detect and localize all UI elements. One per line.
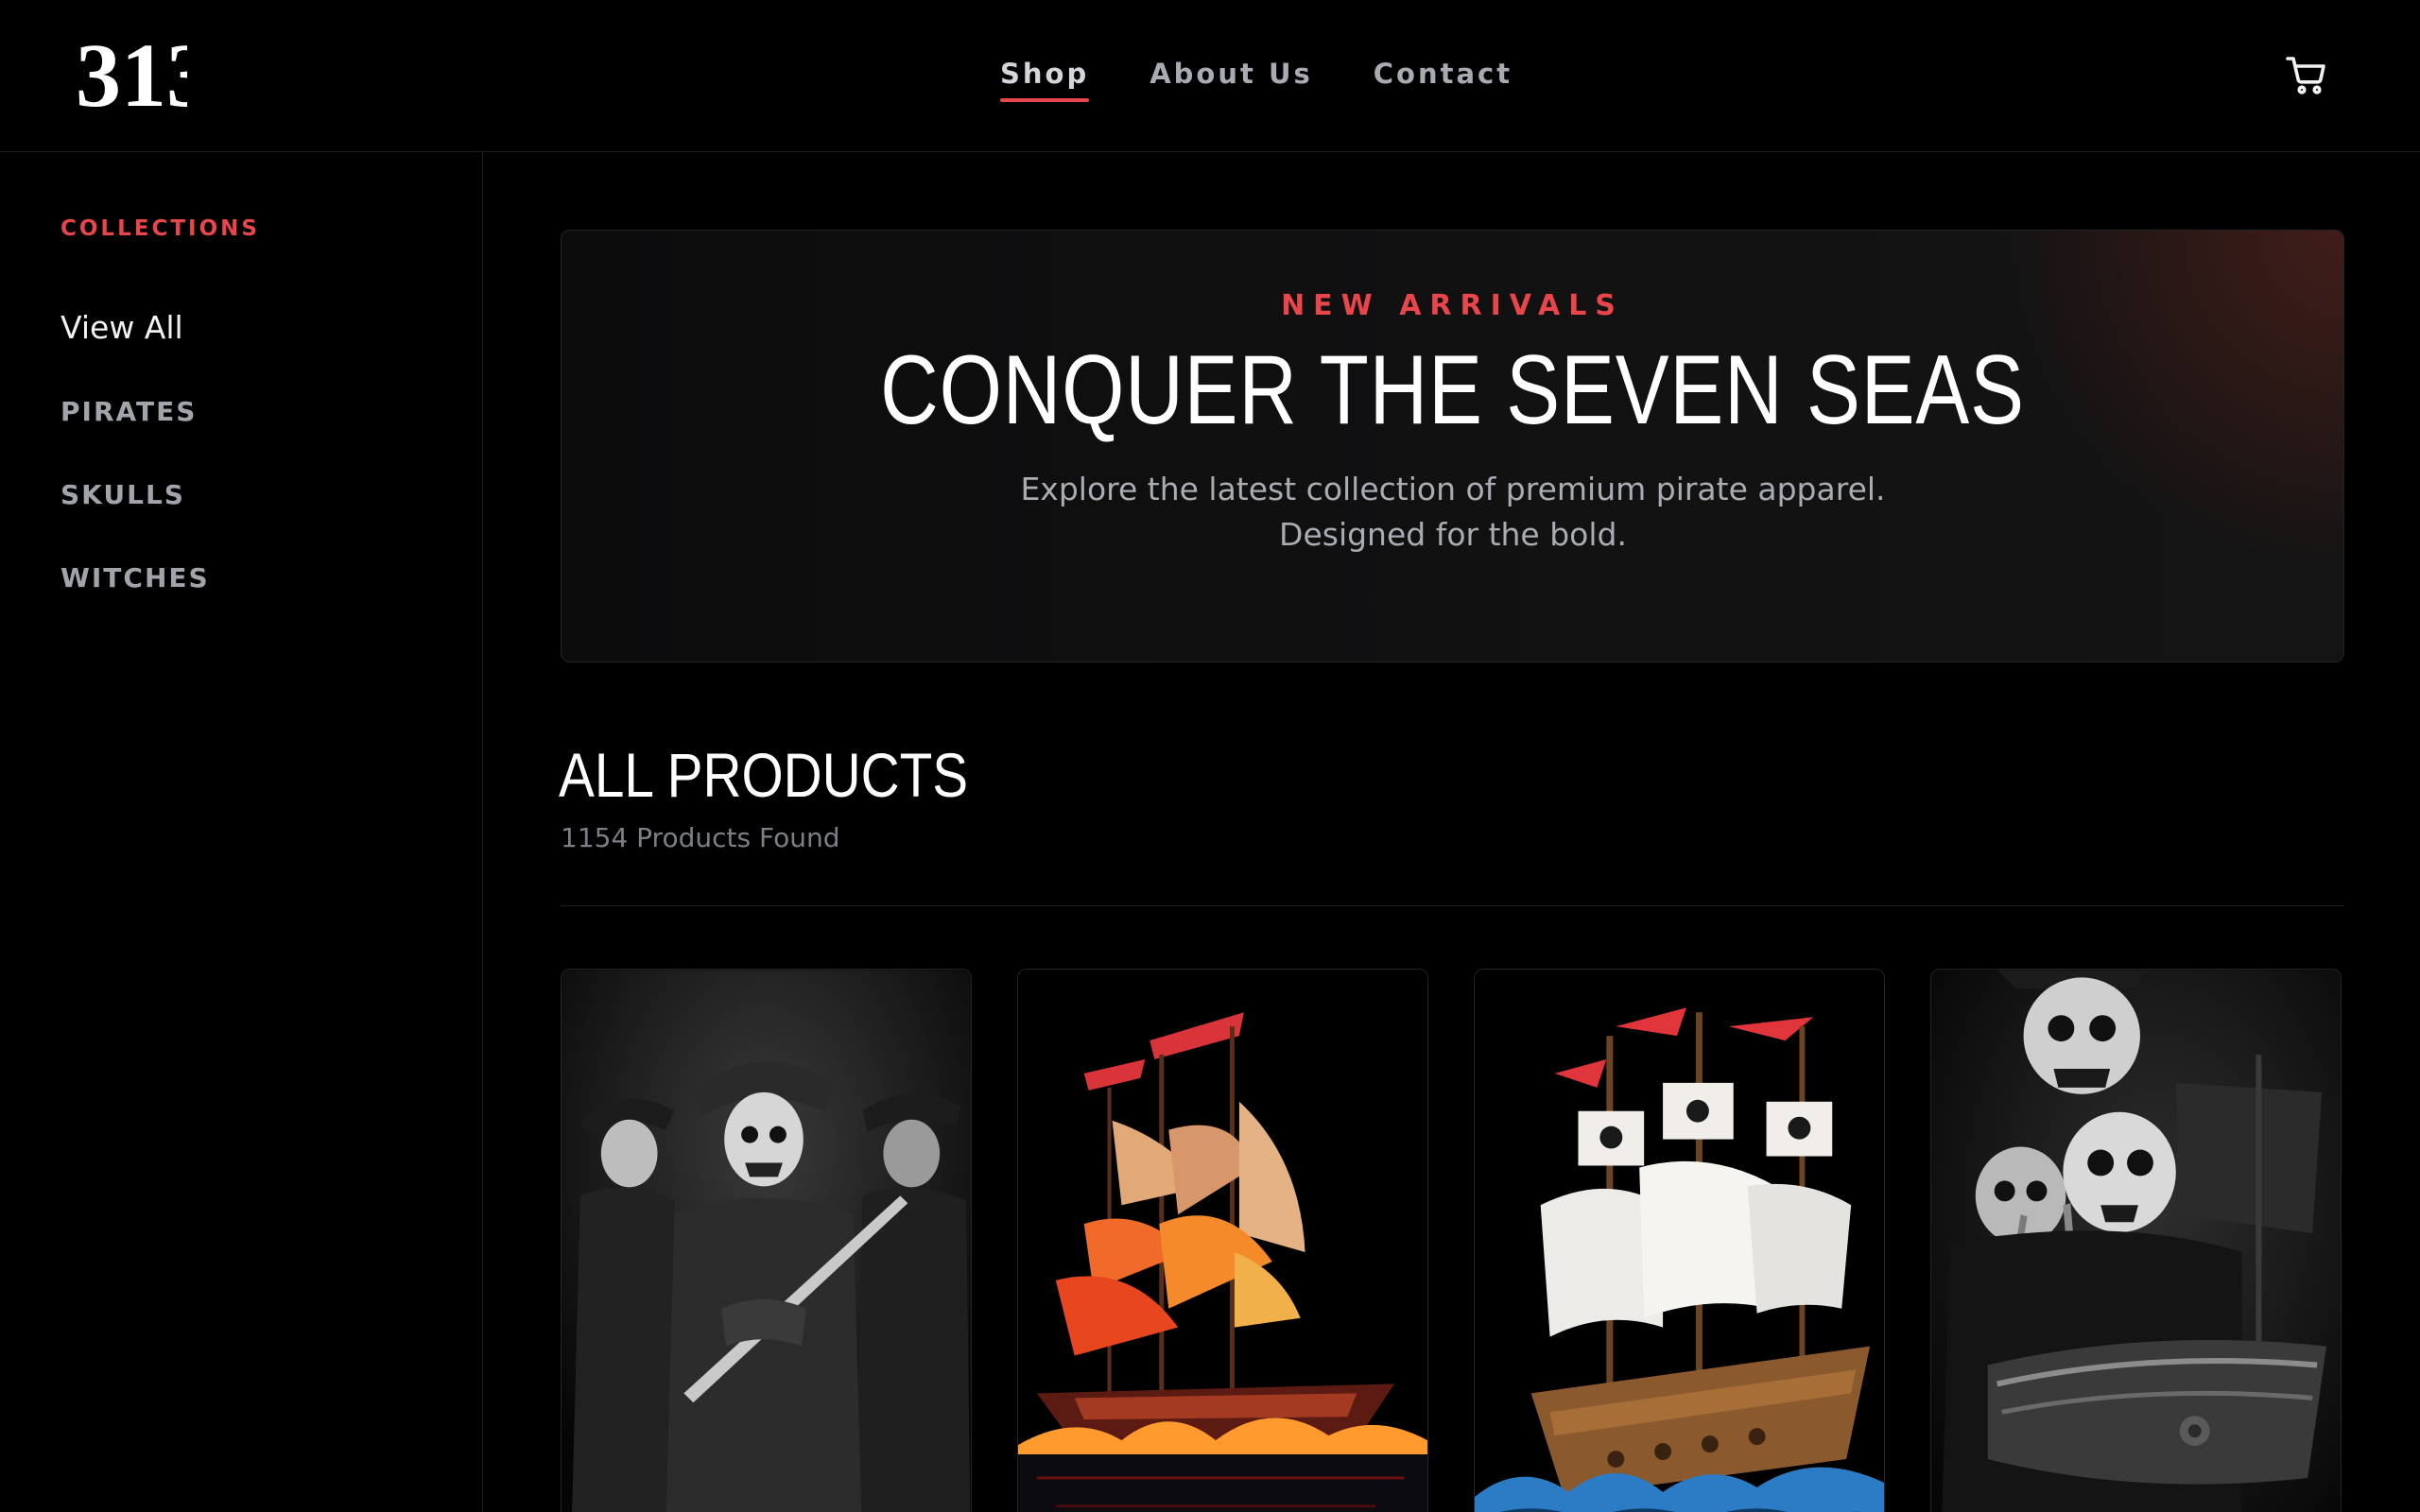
hero-eyebrow: NEW ARRIVALS — [1281, 289, 1624, 322]
svg-text:313: 313 — [76, 26, 187, 121]
skulls-on-ship-image — [1931, 970, 2341, 1512]
pirate-skeleton-crew-image — [562, 970, 971, 1512]
products-count: 1154 Products Found — [561, 822, 840, 853]
main-nav: Shop About Us Contact — [1000, 53, 1512, 102]
hero-subtitle: Explore the latest collection of premium… — [1020, 471, 1886, 553]
sidebar-item-pirates[interactable]: PIRATES — [60, 396, 197, 427]
divider — [561, 905, 2344, 906]
nav-shop[interactable]: Shop — [1000, 53, 1090, 102]
collections-sidebar: COLLECTIONS View All PIRATES SKULLS WITC… — [0, 152, 483, 1512]
product-card[interactable] — [1474, 969, 1885, 1512]
product-card[interactable] — [561, 969, 972, 1512]
products-title: ALL PRODUCTS — [559, 740, 969, 810]
cart-button[interactable] — [2284, 53, 2329, 98]
nav-about-us[interactable]: About Us — [1150, 53, 1313, 102]
nav-contact[interactable]: Contact — [1374, 53, 1512, 102]
cart-icon — [2286, 57, 2325, 94]
product-card[interactable] — [1017, 969, 1428, 1512]
product-grid — [561, 969, 2344, 1512]
pirate-ship-skull-flags-image — [1475, 970, 1884, 1512]
hero-banner: NEW ARRIVALS CONQUER THE SEVEN SEAS Expl… — [561, 230, 2344, 662]
site-header: 313 Shop About Us Contact — [0, 0, 2420, 152]
sidebar-item-witches[interactable]: WITCHES — [60, 562, 210, 593]
collections-heading: COLLECTIONS — [60, 216, 260, 241]
logo-icon: 313 — [76, 25, 212, 126]
product-card[interactable] — [1930, 969, 2342, 1512]
sidebar-item-skulls[interactable]: SKULLS — [60, 479, 185, 510]
hero-title: CONQUER THE SEVEN SEAS — [880, 335, 2025, 445]
flaming-pirate-ship-image — [1018, 970, 1427, 1512]
logo[interactable]: 313 — [74, 25, 212, 126]
sidebar-item-view-all[interactable]: View All — [60, 309, 183, 346]
